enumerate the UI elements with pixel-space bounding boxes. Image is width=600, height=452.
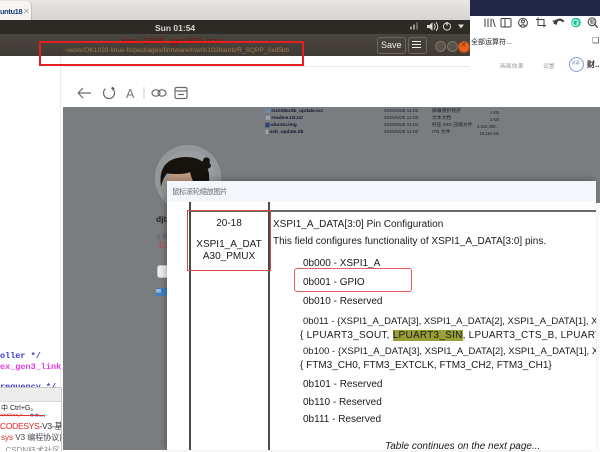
svg-text:甄: 甄 [590, 18, 596, 25]
svg-text:A: A [126, 87, 135, 101]
